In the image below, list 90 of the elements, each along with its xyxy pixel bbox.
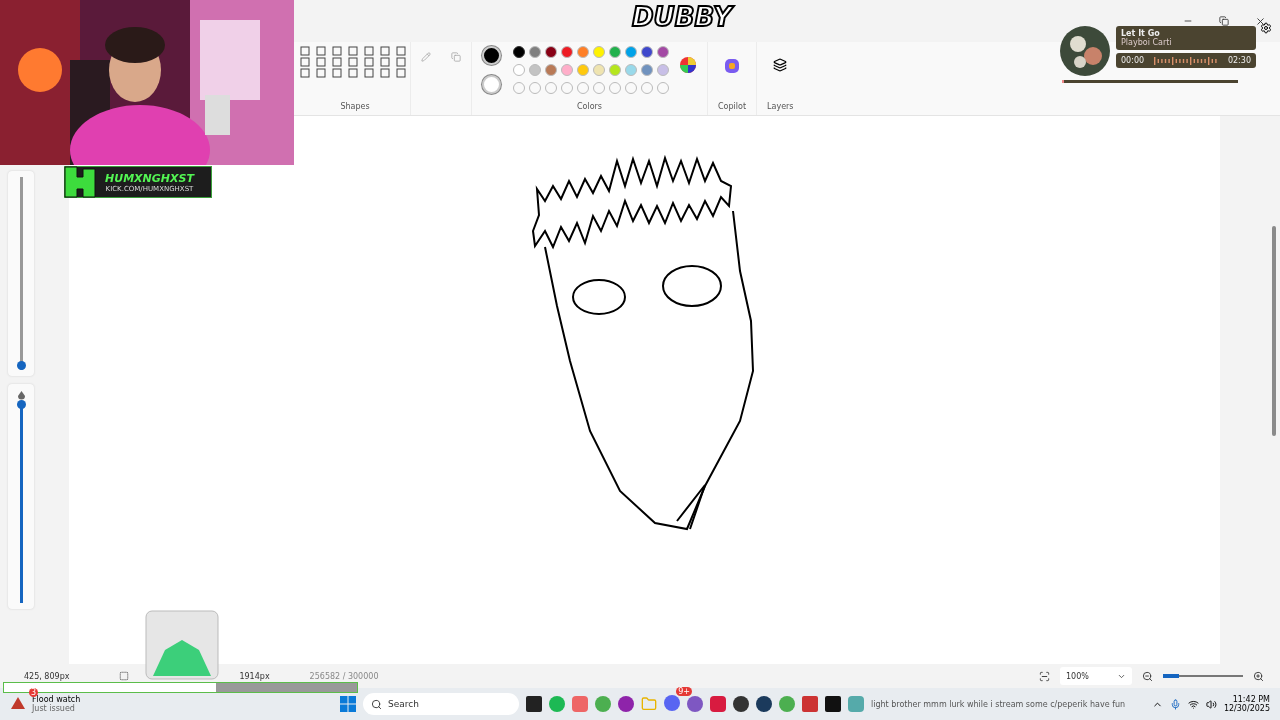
shape-icon[interactable]: [299, 68, 310, 78]
shape-icon[interactable]: [363, 57, 374, 67]
color-swatch[interactable]: [641, 46, 653, 58]
color-swatch[interactable]: [577, 46, 589, 58]
close-icon[interactable]: [1255, 15, 1266, 27]
app-icon[interactable]: [618, 696, 634, 712]
shape-icon[interactable]: [363, 46, 374, 56]
zoom-in-icon[interactable]: [1253, 670, 1264, 682]
shape-icon[interactable]: [299, 57, 310, 67]
wifi-icon[interactable]: [1187, 698, 1199, 710]
copilot-icon[interactable]: [724, 58, 740, 74]
weather-subtitle: Just issued: [32, 704, 76, 713]
group-label: Copilot: [718, 102, 747, 111]
group-label: Colors: [576, 102, 603, 111]
fit-icon[interactable]: [1039, 670, 1050, 682]
waveform-drawing: [1154, 56, 1218, 65]
shape-icon[interactable]: [331, 57, 342, 67]
zoom-out-icon[interactable]: [1142, 670, 1153, 682]
droplet-icon: [16, 390, 26, 400]
shape-icon[interactable]: [395, 46, 406, 56]
color-swatch[interactable]: [593, 64, 605, 76]
volume-icon[interactable]: [1205, 698, 1217, 710]
slider-thumb[interactable]: [16, 361, 26, 371]
shape-icon[interactable]: [347, 57, 358, 67]
start-icon[interactable]: [340, 696, 356, 712]
track-artist: Playboi Carti: [1121, 38, 1173, 47]
zoom-dropdown[interactable]: 100%: [1060, 667, 1132, 685]
search-icon: [371, 698, 382, 710]
brush-size-slider[interactable]: [8, 171, 34, 376]
color-swatch[interactable]: [593, 46, 605, 58]
shape-icon[interactable]: [363, 68, 374, 78]
layers-icon[interactable]: [773, 58, 788, 72]
color-swatch[interactable]: [561, 46, 573, 58]
app-icon[interactable]: [756, 696, 772, 712]
scroll-thumb[interactable]: [1272, 226, 1276, 436]
brand-title: DUBBY: [632, 2, 732, 32]
shape-icon[interactable]: [347, 68, 358, 78]
search-field[interactable]: Search: [363, 693, 519, 715]
color-swatch[interactable]: [545, 64, 557, 76]
color-swatch[interactable]: [529, 64, 541, 76]
warning-icon[interactable]: [10, 696, 26, 710]
color-swatch[interactable]: [657, 46, 669, 58]
color-swatch[interactable]: [641, 64, 653, 76]
color-swatch[interactable]: [609, 64, 621, 76]
opacity-slider[interactable]: [8, 384, 34, 609]
ticker-text: light brother mmm lurk while i stream some c/peperik have fun: [871, 699, 1126, 709]
color-swatch[interactable]: [657, 64, 669, 76]
streamer-name: HUMXNGHXST: [105, 171, 194, 185]
shape-icon[interactable]: [395, 68, 406, 78]
settings-icon[interactable]: [1260, 22, 1272, 34]
shape-icon[interactable]: [315, 68, 326, 78]
clock-time[interactable]: 11:42 PM: [1232, 695, 1270, 704]
secondary-color[interactable]: [482, 75, 501, 94]
selection-icon: [119, 671, 130, 681]
color-wheel-icon[interactable]: [679, 56, 697, 74]
shape-icon[interactable]: [379, 68, 390, 78]
duration-time: 02:30: [1227, 56, 1251, 65]
group-label: Shapes: [340, 102, 370, 111]
color-swatch[interactable]: [609, 46, 621, 58]
selection-size: 1914px: [239, 671, 270, 681]
color-swatch[interactable]: [513, 46, 525, 58]
app-icon[interactable]: [733, 696, 749, 712]
shape-icon[interactable]: [379, 57, 390, 67]
group-label: Layers: [767, 102, 794, 111]
notification-count: 9+: [676, 687, 692, 696]
color-swatch[interactable]: [625, 64, 637, 76]
color-swatch[interactable]: [577, 64, 589, 76]
shape-icon[interactable]: [331, 46, 342, 56]
slider-thumb[interactable]: [16, 400, 26, 409]
elapsed-time: 00:00: [1121, 56, 1145, 65]
shape-icon[interactable]: [347, 46, 358, 56]
color-swatch[interactable]: [529, 46, 541, 58]
shape-icon[interactable]: [331, 68, 342, 78]
drawing-canvas[interactable]: [69, 116, 1220, 664]
color-swatch[interactable]: [625, 46, 637, 58]
microphone-icon[interactable]: [1169, 698, 1181, 710]
primary-color[interactable]: [482, 46, 501, 65]
clock-date[interactable]: 12/30/2025: [1223, 704, 1270, 713]
track-title: Let It Go: [1121, 29, 1161, 38]
color-swatch[interactable]: [513, 64, 525, 76]
goal-counter: 256582 / 300000: [309, 671, 379, 681]
restore-icon[interactable]: [1219, 16, 1229, 26]
color-swatch[interactable]: [561, 64, 573, 76]
shape-icon[interactable]: [379, 46, 390, 56]
shape-icon[interactable]: [315, 57, 326, 67]
color-swatch[interactable]: [545, 46, 557, 58]
shape-icon[interactable]: [315, 46, 326, 56]
shape-icon[interactable]: [299, 46, 310, 56]
cursor-position: 425, 809px: [24, 671, 70, 681]
shape-icon[interactable]: [395, 57, 406, 67]
